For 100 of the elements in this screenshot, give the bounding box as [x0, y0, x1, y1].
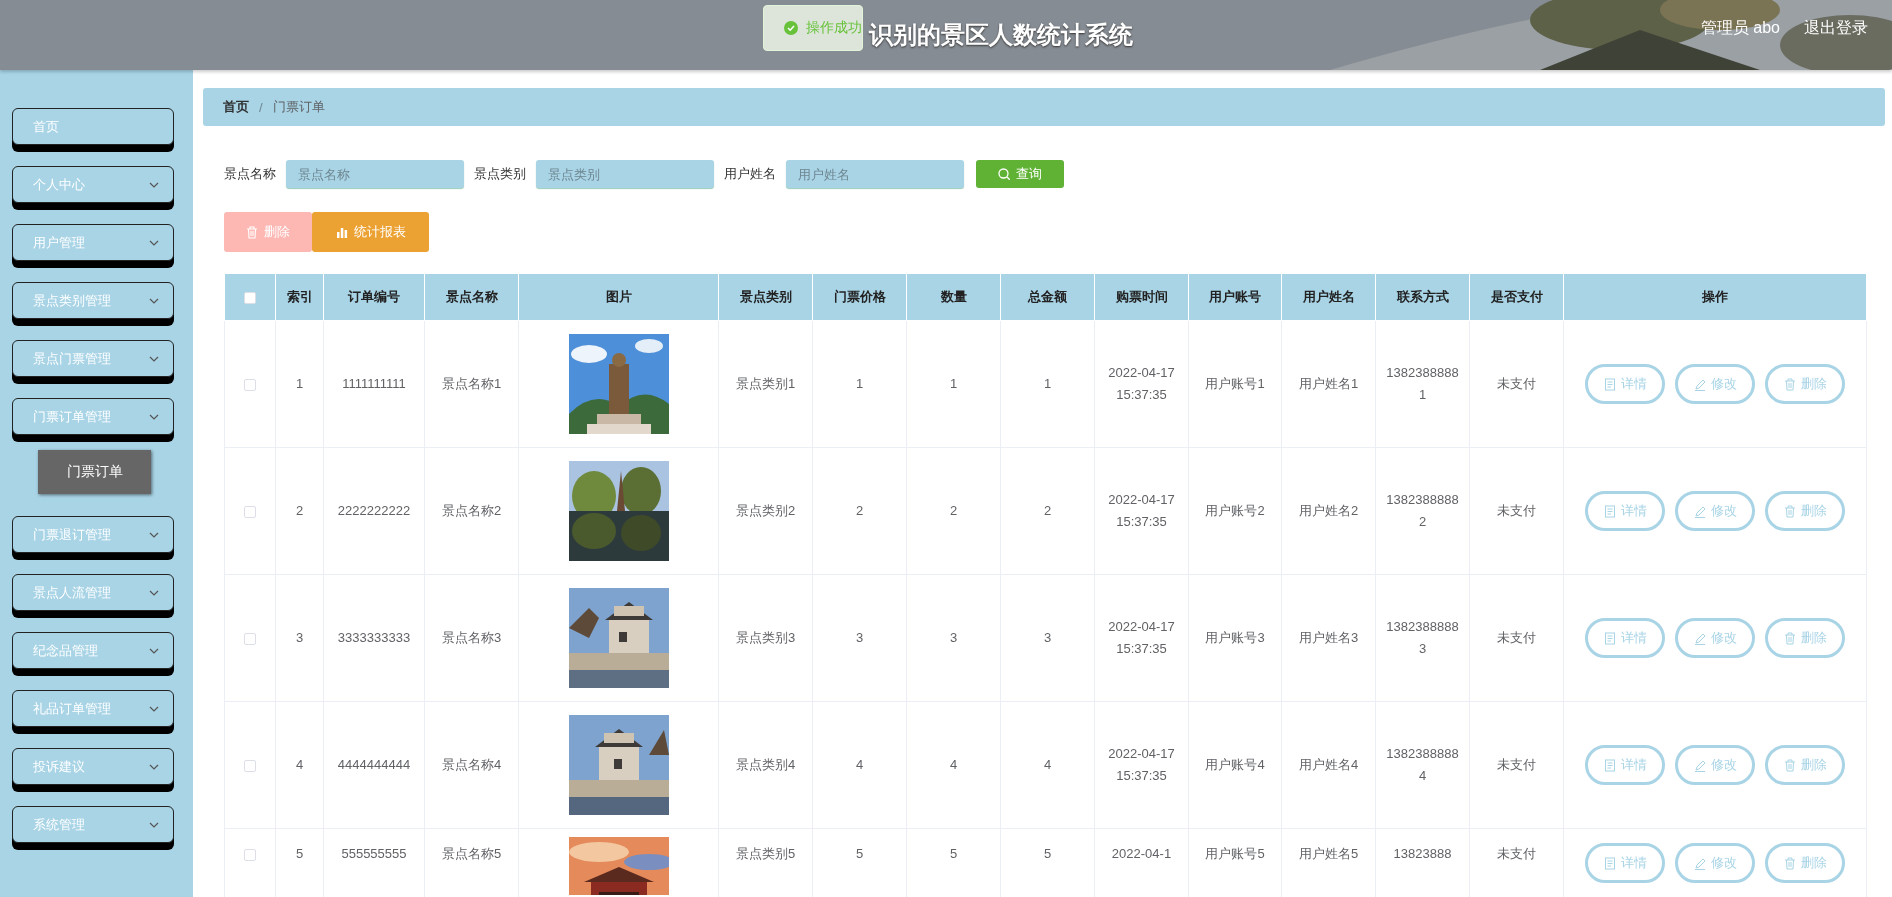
search-field[interactable]: 景点类别: [536, 160, 714, 188]
table-cell: 用户姓名2: [1281, 447, 1376, 575]
delete-button[interactable]: 删除: [1765, 618, 1845, 658]
column-header: 门票价格: [812, 274, 907, 321]
column-header: 数量: [906, 274, 1001, 321]
pencil-icon: [1693, 856, 1706, 870]
table-cell: 3: [906, 574, 1001, 702]
row-checkbox[interactable]: [244, 632, 256, 645]
table-cell: 3: [1000, 574, 1095, 702]
chevron-icon: [149, 413, 159, 420]
details-button[interactable]: 详情: [1585, 364, 1665, 404]
edit-button[interactable]: 修改: [1675, 364, 1755, 404]
chevron-icon: [149, 705, 159, 712]
trash-icon: [1783, 377, 1796, 391]
column-header: 索引: [275, 274, 324, 321]
details-button[interactable]: 详情: [1585, 843, 1665, 883]
table-cell: 3333333333: [323, 574, 425, 702]
bar-chart-icon: [335, 225, 348, 239]
table-cell: 2222222222: [323, 447, 425, 575]
chevron-icon: [149, 355, 159, 362]
table-cell: 用户账号3: [1188, 574, 1282, 702]
table-cell: 2022-04-17 15:37:35: [1094, 701, 1189, 829]
table-cell: 未支付: [1469, 574, 1564, 702]
row-checkbox[interactable]: [244, 759, 256, 772]
table-cell: 景点名称3: [424, 574, 519, 702]
pencil-icon: [1693, 377, 1706, 391]
search-field[interactable]: 用户姓名: [786, 160, 964, 188]
table-cell: 13823888881: [1375, 320, 1470, 448]
chevron-icon: [149, 647, 159, 654]
chevron-icon: [149, 821, 159, 828]
table-cell: 4: [906, 701, 1001, 829]
table-cell: 用户姓名1: [1281, 320, 1376, 448]
column-header: 用户姓名: [1281, 274, 1376, 321]
table-cell: 4: [812, 701, 907, 829]
trash-icon: [1783, 758, 1796, 772]
document-icon: [1603, 856, 1616, 870]
pencil-icon: [1693, 758, 1706, 772]
select-all-checkbox[interactable]: [244, 292, 256, 305]
table-cell: 景点类别1: [718, 320, 813, 448]
table-cell: 2022-04-17 15:37:35: [1094, 320, 1189, 448]
table-cell: 景点类别2: [718, 447, 813, 575]
field-label: 用户姓名: [724, 165, 776, 183]
table-cell: 2: [812, 447, 907, 575]
table-cell: 4: [1000, 701, 1095, 829]
table-cell: 1: [1000, 320, 1095, 448]
table-cell: 2022-04-17 15:37:35: [1094, 447, 1189, 575]
chevron-icon: [149, 239, 159, 246]
table-cell: 2: [1000, 447, 1095, 575]
report-button[interactable]: 统计报表: [312, 212, 429, 252]
details-button[interactable]: 详情: [1585, 491, 1665, 531]
delete-button[interactable]: 删除: [1765, 491, 1845, 531]
delete-button[interactable]: 删除: [1765, 364, 1845, 404]
edit-button[interactable]: 修改: [1675, 491, 1755, 531]
column-header: 总金额: [1000, 274, 1095, 321]
table-cell: 4444444444: [323, 701, 425, 829]
column-header: 是否支付: [1469, 274, 1564, 321]
breadcrumb-link[interactable]: 首页: [223, 98, 249, 116]
app-title: 识别的景区人数统计系统: [869, 20, 1133, 50]
table-cell: 景点名称2: [424, 447, 519, 575]
table-cell: 4: [275, 701, 324, 829]
success-toast: 操作成功: [763, 5, 863, 51]
table-cell: 未支付: [1469, 701, 1564, 829]
row-checkbox[interactable]: [244, 378, 256, 391]
delete-button[interactable]: 删除: [1765, 745, 1845, 785]
chevron-icon: [149, 763, 159, 770]
table-cell: 景点名称1: [424, 320, 519, 448]
details-button[interactable]: 详情: [1585, 745, 1665, 785]
row-checkbox[interactable]: [244, 505, 256, 518]
edit-button[interactable]: 修改: [1675, 843, 1755, 883]
edit-button[interactable]: 修改: [1675, 618, 1755, 658]
search-field[interactable]: 景点名称: [286, 160, 464, 188]
chevron-icon: [149, 297, 159, 304]
field-label: 景点类别: [474, 165, 526, 183]
column-header: 图片: [518, 274, 719, 321]
table-cell: 用户账号1: [1188, 320, 1282, 448]
table-cell: 13823888882: [1375, 447, 1470, 575]
column-header: 订单编号: [323, 274, 425, 321]
field-label: 景点名称: [224, 165, 276, 183]
chevron-icon: [149, 181, 159, 188]
delete-button[interactable]: 删除: [1765, 843, 1845, 883]
check-circle-icon: [784, 21, 798, 35]
table-cell: 用户账号4: [1188, 701, 1282, 829]
table-cell: 1111111111: [323, 320, 425, 448]
document-icon: [1603, 631, 1616, 645]
column-header: 操作: [1563, 274, 1867, 321]
table-cell: 3: [812, 574, 907, 702]
details-button[interactable]: 详情: [1585, 618, 1665, 658]
nav-submenu-item[interactable]: 门票订单: [38, 450, 151, 494]
table-cell: 用户账号2: [1188, 447, 1282, 575]
table-cell: 未支付: [1469, 447, 1564, 575]
trash-icon: [246, 225, 258, 239]
row-checkbox[interactable]: [244, 848, 256, 861]
column-header: 景点类别: [718, 274, 813, 321]
chevron-icon: [149, 531, 159, 538]
table-cell: 13823888883: [1375, 574, 1470, 702]
edit-button[interactable]: 修改: [1675, 745, 1755, 785]
search-button[interactable]: 查询: [976, 160, 1064, 188]
document-icon: [1603, 758, 1616, 772]
table-cell: 用户姓名4: [1281, 701, 1376, 829]
column-header: 景点名称: [424, 274, 519, 321]
